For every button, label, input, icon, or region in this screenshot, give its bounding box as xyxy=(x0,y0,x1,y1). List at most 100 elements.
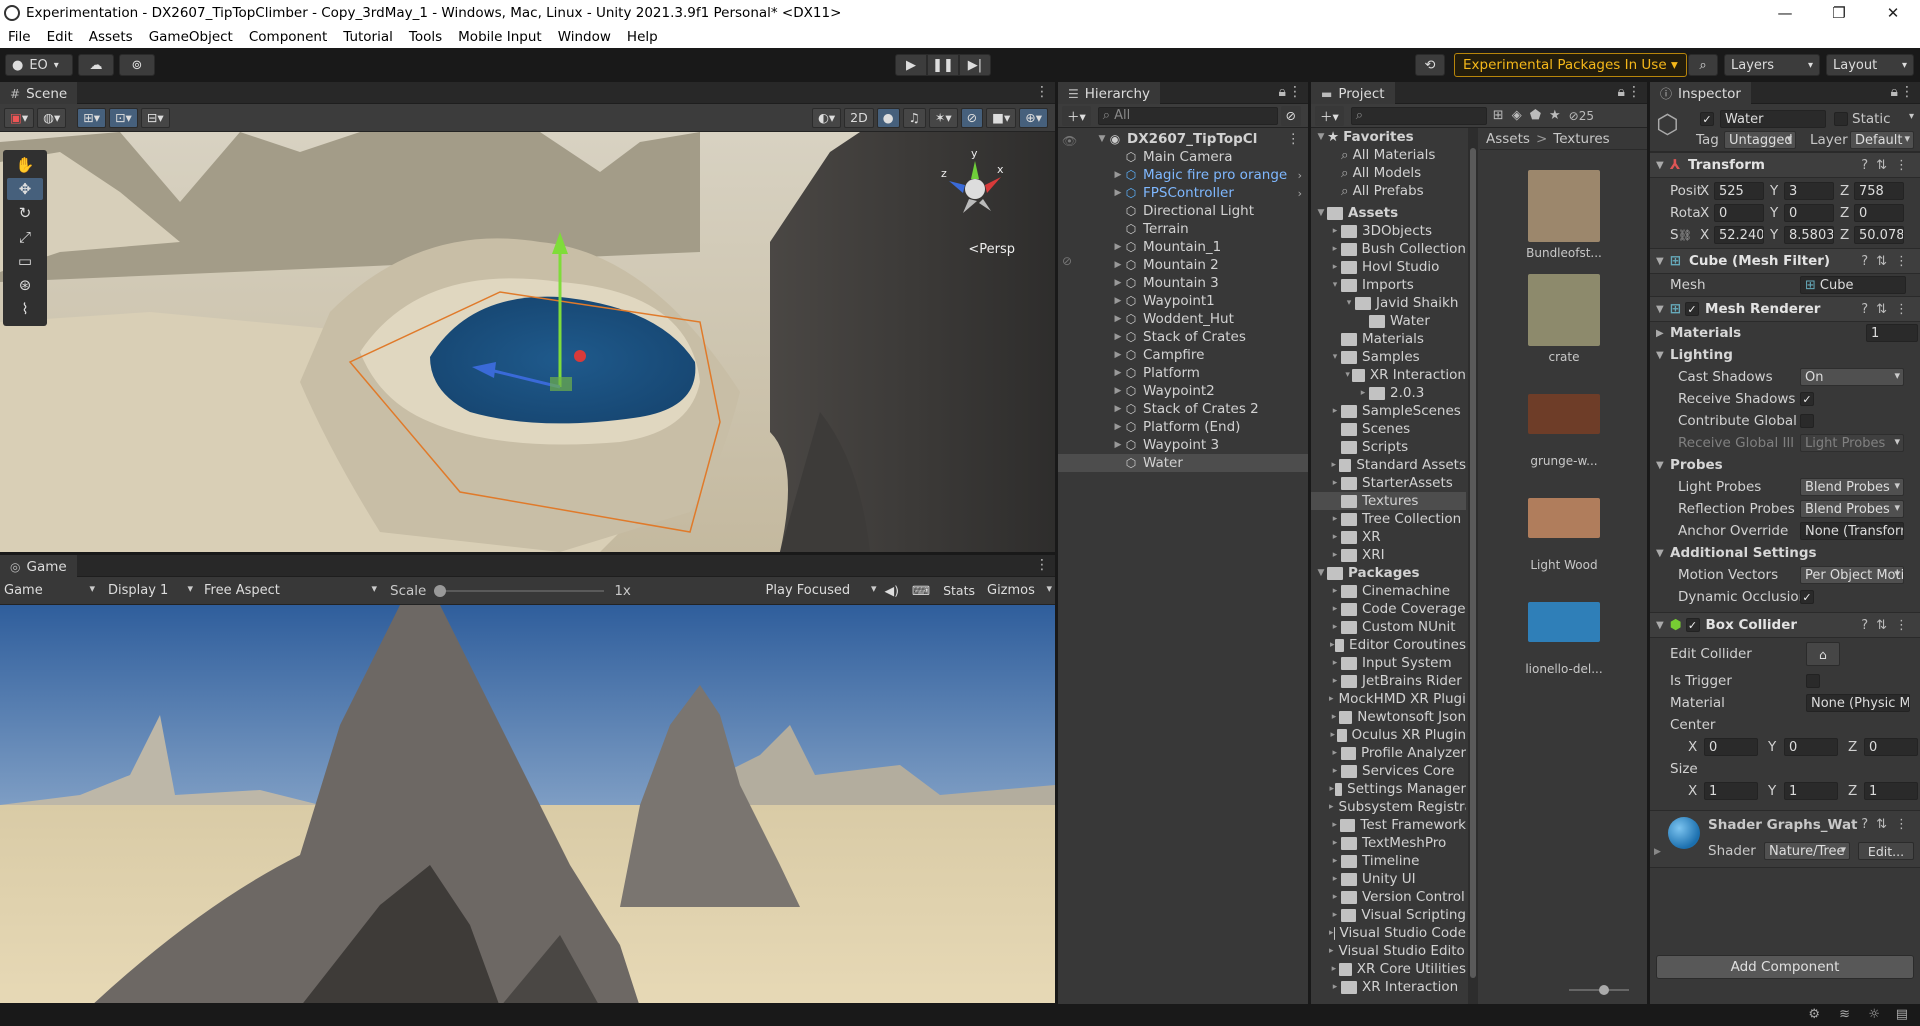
chevron-right-icon[interactable]: ▸ xyxy=(1329,478,1341,488)
auto-generate-lighting-icon[interactable]: ☼ xyxy=(1868,1007,1880,1022)
chevron-right-icon[interactable]: ▶ xyxy=(1112,242,1124,252)
lighting-toggle[interactable]: ● xyxy=(876,107,900,128)
menu-help[interactable]: Help xyxy=(619,29,666,45)
breadcrumb-textures[interactable]: Textures xyxy=(1553,131,1609,147)
play-mode-dropdown[interactable]: Play Focused xyxy=(761,581,880,600)
chevron-right-icon[interactable]: ▶ xyxy=(1112,422,1124,432)
thumbnail-size-slider[interactable] xyxy=(1569,985,1629,995)
lighting-foldout[interactable]: ▼ Lighting xyxy=(1656,344,1920,366)
visibility-eye-icon[interactable]: 👁︎ xyxy=(1062,134,1077,148)
account-dropdown[interactable]: ● EO ▾ xyxy=(5,54,73,76)
package-folder[interactable]: ▸ Test Framework xyxy=(1311,816,1466,834)
scale-slider-thumb[interactable] xyxy=(434,584,447,597)
package-folder[interactable]: ▸ Editor Coroutines xyxy=(1311,636,1466,654)
kebab-menu-icon[interactable]: ⋮ xyxy=(1035,84,1049,100)
asset-folder[interactable]: ▸ 3DObjects xyxy=(1311,222,1466,240)
chevron-right-icon[interactable]: ▶ xyxy=(1112,404,1124,414)
collab-button[interactable]: ⊚ xyxy=(119,54,155,76)
game-viewport[interactable] xyxy=(0,605,1055,1003)
keyboard-shortcuts-button[interactable]: ⌨ xyxy=(907,580,936,601)
component-actions[interactable]: ?⇅⋮ xyxy=(1861,817,1916,832)
tab-scene[interactable]: # Scene xyxy=(0,82,78,104)
close-button[interactable]: ✕ xyxy=(1866,4,1920,22)
size-z-field[interactable]: 1 xyxy=(1864,782,1918,800)
global-toggle[interactable]: ◍ ▾ xyxy=(37,107,67,128)
package-folder[interactable]: ▸ Newtonsoft Json xyxy=(1311,708,1466,726)
package-folder[interactable]: ▸ Version Control xyxy=(1311,888,1466,906)
project-create-button[interactable]: ＋▾ xyxy=(1315,105,1344,126)
collider-material-field[interactable]: None (Physic Material) xyxy=(1806,694,1910,712)
visibility-toggle[interactable]: ⊘ xyxy=(960,107,984,128)
center-y-field[interactable]: 0 xyxy=(1784,738,1838,756)
package-folder[interactable]: ▸ Unity UI xyxy=(1311,870,1466,888)
history-button[interactable]: ⟲ xyxy=(1415,54,1445,76)
chevron-right-icon[interactable]: ▸ xyxy=(1329,784,1335,794)
motion-vectors-dropdown[interactable]: Per Object Motion xyxy=(1800,566,1904,584)
texture-thumbnail[interactable] xyxy=(1528,274,1600,346)
hidden-eye-icon[interactable]: ⊘ xyxy=(1062,254,1072,268)
audio-toggle[interactable]: ♫ xyxy=(902,107,926,128)
experimental-packages-badge[interactable]: Experimental Packages In Use ▾ xyxy=(1454,53,1687,77)
rotation-x-field[interactable]: 0 xyxy=(1714,204,1764,222)
hierarchy-item[interactable]: ▶ ⬡ Waypoint2 xyxy=(1058,382,1308,400)
package-folder[interactable]: ▸ Visual Studio Editor xyxy=(1311,942,1466,960)
menu-assets[interactable]: Assets xyxy=(81,29,141,45)
shader-edit-button[interactable]: Edit... xyxy=(1858,842,1914,860)
chevron-right-icon[interactable]: ▸ xyxy=(1329,532,1341,542)
asset-folder[interactable]: Water xyxy=(1311,312,1466,330)
menu-gameobject[interactable]: GameObject xyxy=(141,29,241,45)
thumbnail-size-thumb[interactable] xyxy=(1599,985,1609,995)
package-folder[interactable]: ▸ Visual Studio Code xyxy=(1311,924,1466,942)
hierarchy-filter-button[interactable]: ⊘ xyxy=(1280,105,1301,126)
texture-thumbnail[interactable] xyxy=(1528,170,1600,242)
package-folder[interactable]: ▸ Code Coverage xyxy=(1311,600,1466,618)
cast-shadows-dropdown[interactable]: On xyxy=(1800,368,1904,386)
hierarchy-item[interactable]: ▶ ⬡ Stack of Crates xyxy=(1058,328,1308,346)
position-z-field[interactable]: 758 xyxy=(1854,182,1904,200)
asset-folder[interactable]: ▾ Javid Shaikh xyxy=(1311,294,1466,312)
mesh-field[interactable]: ⊞ Cube xyxy=(1800,276,1906,294)
is-trigger-checkbox[interactable] xyxy=(1806,674,1820,688)
package-folder[interactable]: ▸ Custom NUnit xyxy=(1311,618,1466,636)
asset-folder[interactable]: ▸ XRI xyxy=(1311,546,1466,564)
chevron-right-icon[interactable]: ▸ xyxy=(1329,766,1341,776)
materials-count-field[interactable]: 1 xyxy=(1866,324,1918,342)
create-button[interactable]: ＋▾ xyxy=(1062,105,1091,126)
box-collider-header[interactable]: ▼ ⬢ ✓ Box Collider ?⇅⋮ xyxy=(1650,612,1920,638)
position-x-field[interactable]: 525 xyxy=(1714,182,1764,200)
probes-foldout[interactable]: ▼ Probes xyxy=(1656,454,1920,476)
center-x-field[interactable]: 0 xyxy=(1704,738,1758,756)
chevron-right-icon[interactable]: ▸ xyxy=(1329,586,1341,596)
chevron-right-icon[interactable]: ▸ xyxy=(1329,676,1341,686)
camera-settings-button[interactable]: ■ ▾ xyxy=(986,107,1017,128)
size-x-field[interactable]: 1 xyxy=(1704,782,1758,800)
edit-collider-button[interactable]: ⌂ xyxy=(1806,642,1840,666)
chevron-right-icon[interactable]: ▶ xyxy=(1112,278,1124,288)
play-button[interactable]: ▶ xyxy=(895,54,927,76)
cloud-button[interactable]: ☁ xyxy=(78,54,114,76)
menu-tools[interactable]: Tools xyxy=(401,29,450,45)
receive-shadows-checkbox[interactable]: ✓ xyxy=(1800,392,1814,406)
light-probes-dropdown[interactable]: Blend Probes xyxy=(1800,478,1904,496)
draw-mode-button[interactable]: ▣ ▾ xyxy=(4,107,35,128)
scrollbar-thumb[interactable] xyxy=(1470,148,1476,978)
hierarchy-item[interactable]: ▶ ⬡ Mountain_1 xyxy=(1058,238,1308,256)
hierarchy-item[interactable]: ▶ ⬡ Platform xyxy=(1058,364,1308,382)
hierarchy-item[interactable]: ▶ ⬡ Platform (End) xyxy=(1058,418,1308,436)
scale-tool-icon[interactable]: ⤢ xyxy=(7,226,43,248)
package-folder[interactable]: ▸ Settings Manager xyxy=(1311,780,1466,798)
chevron-right-icon[interactable]: ▸ xyxy=(1329,856,1341,866)
shading-mode-button[interactable]: ◐ ▾ xyxy=(811,107,842,128)
chevron-down-icon[interactable]: ▾ xyxy=(1909,111,1914,122)
lock-icon[interactable]: 🔒︎ xyxy=(1279,84,1286,100)
static-checkbox[interactable] xyxy=(1834,112,1848,126)
anchor-override-field[interactable]: None (Transform) xyxy=(1800,522,1904,540)
component-actions[interactable]: ?⇅⋮ xyxy=(1861,302,1916,317)
search-button[interactable]: ⌕ xyxy=(1688,54,1718,76)
mesh-filter-header[interactable]: ▼ ⊞ Cube (Mesh Filter) ?⇅⋮ xyxy=(1650,248,1920,274)
chevron-right-icon[interactable]: ▸ xyxy=(1329,226,1341,236)
chevron-right-icon[interactable]: ▸ xyxy=(1329,892,1341,902)
menu-tutorial[interactable]: Tutorial xyxy=(335,29,401,45)
hand-tool-icon[interactable]: ✋ xyxy=(7,154,43,176)
tag-dropdown[interactable]: Untagged xyxy=(1724,131,1796,149)
